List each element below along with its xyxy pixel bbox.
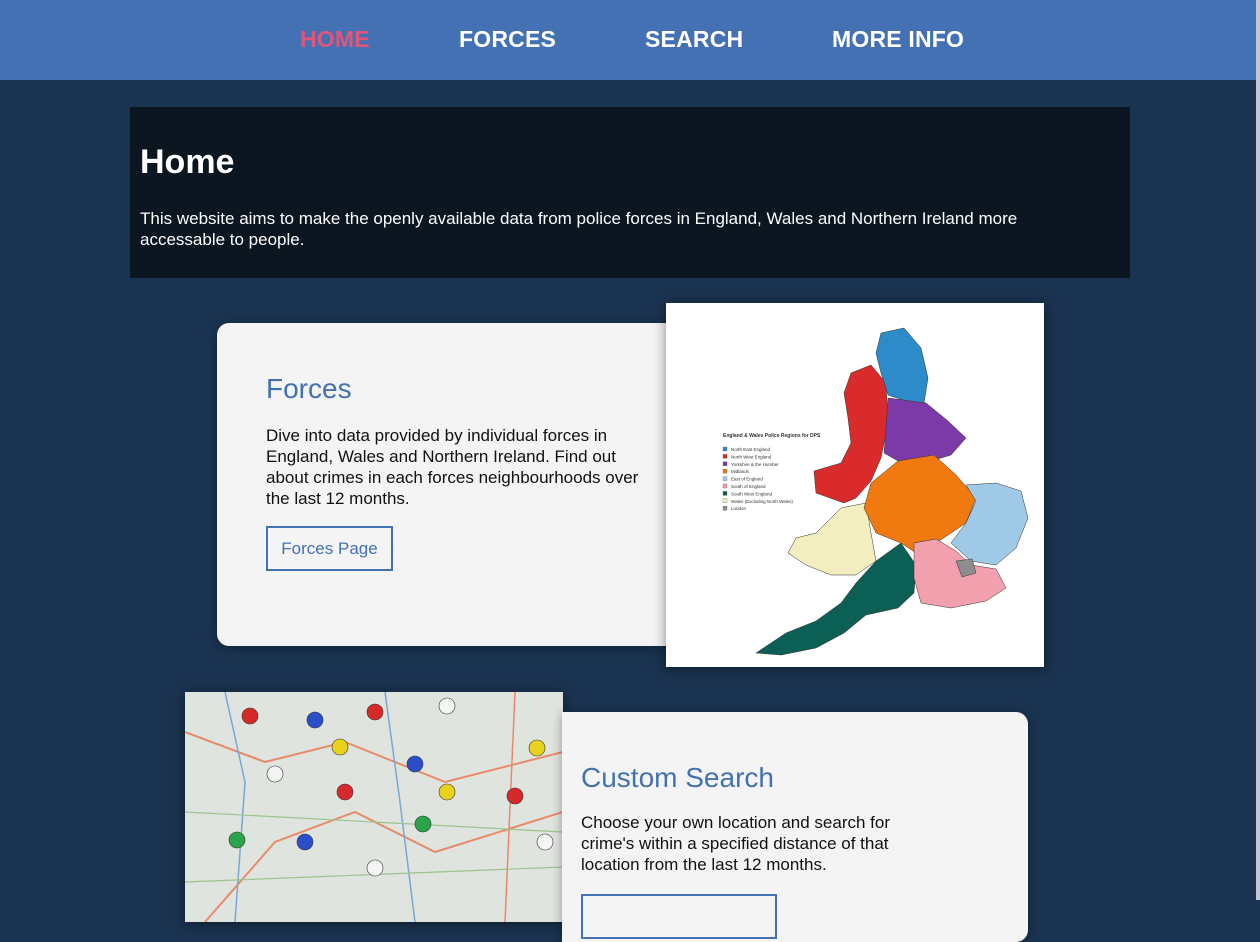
legend-swatch (722, 454, 728, 459)
map-pins-image (185, 692, 563, 922)
legend-label: North West England (731, 454, 772, 459)
legend-swatch (722, 476, 728, 481)
legend-label: North East England (731, 447, 771, 452)
custom-search-card: Custom Search Choose your own location a… (562, 712, 1028, 942)
map-legend-title: England & Wales Police Regions for DPS (723, 433, 821, 439)
hero-description: This website aims to make the openly ava… (140, 209, 1018, 249)
legend-label: Midlands (731, 469, 750, 474)
legend-label: London (731, 506, 747, 511)
forces-card: Forces Dive into data provided by indivi… (217, 323, 687, 646)
legend-swatch (722, 498, 728, 503)
legend-label: South West England (731, 491, 772, 496)
legend-swatch (722, 461, 728, 466)
legend-swatch (722, 446, 728, 452)
legend-swatch (722, 506, 728, 511)
custom-search-card-title: Custom Search (581, 762, 774, 793)
legend-label: Wales (Excluding North Wales) (731, 499, 793, 504)
map-pins-svg (185, 692, 563, 922)
top-nav: HOME FORCES SEARCH MORE INFO (0, 0, 1260, 80)
page-scrollbar[interactable] (1256, 0, 1260, 900)
legend-label: Yorkshire & the Humber (731, 462, 779, 467)
custom-search-card-text: Choose your own location and search for … (581, 813, 891, 874)
nav-more-info-link[interactable]: MORE INFO (832, 26, 964, 53)
legend-label: South of England (731, 484, 766, 489)
legend-swatch (722, 469, 728, 474)
forces-page-button[interactable]: Forces Page (266, 526, 393, 571)
forces-card-title: Forces (266, 373, 352, 404)
legend-label: East of England (731, 477, 763, 482)
hero-section: Home This website aims to make the openl… (130, 107, 1130, 278)
legend-swatch (722, 483, 728, 489)
nav-search-link[interactable]: SEARCH (645, 26, 743, 53)
forces-card-text: Dive into data provided by individual fo… (266, 426, 639, 508)
police-regions-map-image: England & Wales Police Regions for DPS N… (666, 303, 1044, 667)
nav-home-link[interactable]: HOME (300, 26, 370, 53)
custom-search-button[interactable] (581, 894, 777, 939)
page-title: Home (140, 143, 235, 181)
regions-map-svg: England & Wales Police Regions for DPS N… (666, 303, 1044, 667)
nav-forces-link[interactable]: FORCES (459, 26, 556, 53)
legend-swatch (722, 491, 728, 496)
